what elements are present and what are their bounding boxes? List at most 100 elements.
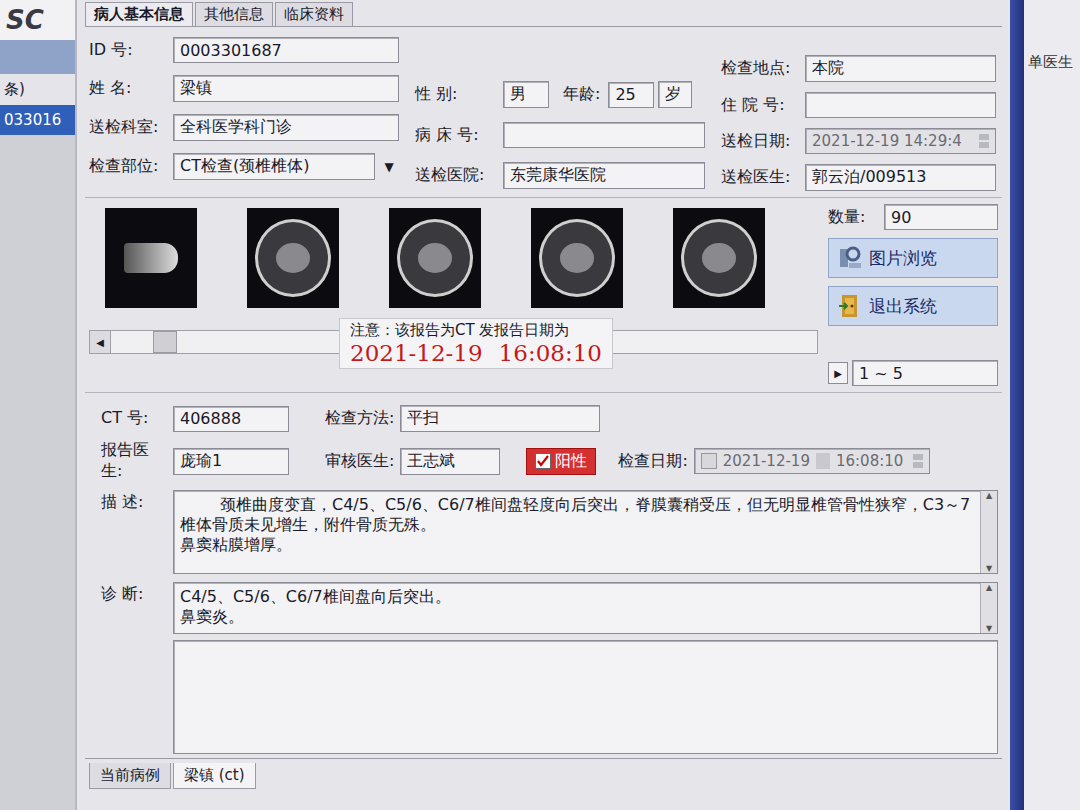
background-window: 单医生 xyxy=(1024,0,1080,810)
text-field[interactable] xyxy=(503,122,705,148)
field-label: 病 床 号: xyxy=(415,125,499,146)
diagnosis-text[interactable]: C4/5、C5/6、C6/7椎间盘向后突出。鼻窦炎。 ▲▼ xyxy=(173,582,998,634)
sex-field[interactable]: 男 xyxy=(503,81,549,108)
image-controls: 数量: 90 图片浏览 退出系统 ▶ 1 ~ 5 xyxy=(828,204,998,386)
scroll-row: ◀ 注意：该报告为CT 发报告日期为 2021-12-1916:08:10 xyxy=(89,324,818,386)
description-row: 描 述: 颈椎曲度变直，C4/5、C5/6、C6/7椎间盘轻度向后突出，脊膜囊稍… xyxy=(89,490,998,574)
left-header xyxy=(0,40,75,74)
side-item[interactable]: 033016 xyxy=(0,105,75,135)
field-column: 检查地点: 本院住 院 号: 送检日期: 2021-12-19 14:29:4 … xyxy=(721,37,996,191)
description-text[interactable]: 颈椎曲度变直，C4/5、C5/6、C6/7椎间盘轻度向后突出，脊膜囊稍受压，但无… xyxy=(173,490,998,574)
text-field[interactable]: 本院 xyxy=(805,55,996,82)
ct-thumbnail[interactable] xyxy=(531,208,623,308)
scanner-icon xyxy=(837,245,863,271)
ct-thumbnail[interactable] xyxy=(389,208,481,308)
field-row: 检查部位: CT检查(颈椎椎体) ▼ xyxy=(89,153,399,180)
side-item[interactable]: 条) xyxy=(0,74,75,105)
field-label: 描 述: xyxy=(89,490,167,574)
report-row: 报告医生: 庞瑜1 审核医生: 王志斌 阳性 检查日期: 2021-12-19 … xyxy=(89,440,998,482)
text-field[interactable]: 郭云泊/009513 xyxy=(805,164,996,191)
scout-shape-icon xyxy=(124,243,178,273)
dropdown-field[interactable]: CT检查(颈椎椎体) xyxy=(173,153,375,180)
date-field[interactable]: 2021-12-19 14:29:4 xyxy=(805,128,996,154)
field-label: 诊 断: xyxy=(89,582,167,754)
text-field[interactable] xyxy=(805,92,996,118)
field-label: 审核医生: xyxy=(295,451,394,472)
field-row: 送检科室: 全科医学科门诊 xyxy=(89,114,399,141)
tab[interactable]: 病人基本信息 xyxy=(85,2,193,26)
exam-date-field[interactable]: 2021-12-19 16:08:10 xyxy=(694,448,931,474)
spin-icon[interactable] xyxy=(979,134,989,148)
thumbnail-area: ◀ 注意：该报告为CT 发报告日期为 2021-12-1916:08:10 xyxy=(89,204,818,386)
field-label: CT 号: xyxy=(89,408,167,429)
scroll-left-icon[interactable]: ◀ xyxy=(90,331,111,353)
case-tab[interactable]: 当前病例 xyxy=(89,763,171,789)
tab[interactable]: 临床资料 xyxy=(275,2,353,26)
spin-icon[interactable] xyxy=(913,454,923,468)
reporter-field[interactable]: 庞瑜1 xyxy=(173,448,289,475)
field-row: 性 别: 男 年龄: 25 岁 xyxy=(415,81,705,108)
count-row: 数量: 90 xyxy=(828,204,998,230)
case-tab[interactable]: 梁镇 (ct) xyxy=(173,763,256,789)
axial-slice-icon xyxy=(255,219,331,297)
page-range: 1 ~ 5 xyxy=(852,360,998,386)
field-label: 住 院 号: xyxy=(721,95,801,116)
field-label: 年龄: xyxy=(553,84,604,105)
text-field[interactable]: 东莞康华医院 xyxy=(503,162,705,189)
notes-box[interactable] xyxy=(173,640,998,754)
field-label: 送检日期: xyxy=(721,131,801,152)
field-label: 检查地点: xyxy=(721,58,801,79)
axial-slice-icon xyxy=(681,219,757,297)
scroll-thumb[interactable] xyxy=(153,331,177,353)
next-page-button[interactable]: ▶ xyxy=(828,362,848,384)
report-row: CT 号: 406888 检查方法: 平扫 xyxy=(89,405,998,432)
age-unit[interactable]: 岁 xyxy=(658,81,692,108)
field-label: 报告医生: xyxy=(89,440,167,482)
tab[interactable]: 其他信息 xyxy=(195,2,273,26)
window-frame xyxy=(1010,0,1024,810)
screen: SC 条)033016 病人基本信息其他信息临床资料 ID 号: 0003301… xyxy=(0,0,1080,810)
field-row: 病 床 号: xyxy=(415,122,705,148)
field-label: 检查方法: xyxy=(295,408,394,429)
text-field[interactable]: 全科医学科门诊 xyxy=(173,114,399,141)
pager: ▶ 1 ~ 5 xyxy=(828,360,998,386)
field-label: 姓 名: xyxy=(89,78,169,99)
text-field[interactable]: 梁镇 xyxy=(173,75,399,102)
field-row: 送检医院: 东莞康华医院 xyxy=(415,162,705,189)
checkbox-icon xyxy=(535,453,551,469)
ct-thumbnail[interactable] xyxy=(105,208,197,308)
dropdown-arrow-icon[interactable]: ▼ xyxy=(379,160,399,174)
field-label: 检查部位: xyxy=(89,156,169,177)
field-label: 性 别: xyxy=(415,84,499,105)
logo: SC xyxy=(0,0,75,40)
field-label: 送检科室: xyxy=(89,117,169,138)
positive-checkbox[interactable]: 阳性 xyxy=(526,448,596,475)
axial-slice-icon xyxy=(397,219,473,297)
field-row: 送检日期: 2021-12-19 14:29:4 xyxy=(721,128,996,154)
browse-button[interactable]: 图片浏览 xyxy=(828,238,998,278)
notice-text: 注意：该报告为CT 发报告日期为 xyxy=(350,321,602,340)
text-field[interactable]: 0003301687 xyxy=(173,37,399,63)
vertical-scrollbar[interactable]: ▲▼ xyxy=(980,491,997,573)
report-panel: CT 号: 406888 检查方法: 平扫 报告医生: 庞瑜1 审核医生: 王志… xyxy=(85,393,1002,758)
age-field[interactable]: 25 xyxy=(608,82,654,108)
method-field[interactable]: 平扫 xyxy=(400,405,600,432)
reviewer-field[interactable]: 王志斌 xyxy=(400,448,500,475)
field-row: 检查地点: 本院 xyxy=(721,55,996,82)
ct-thumbnail[interactable] xyxy=(247,208,339,308)
patient-info: ID 号: 0003301687姓 名: 梁镇送检科室: 全科医学科门诊检查部位… xyxy=(85,27,1002,197)
count-field[interactable]: 90 xyxy=(884,204,998,230)
dropdown-arrow-icon[interactable] xyxy=(816,453,830,469)
notice: 注意：该报告为CT 发报告日期为 2021-12-1916:08:10 xyxy=(339,318,613,369)
field-row: 送检医生: 郭云泊/009513 xyxy=(721,164,996,191)
ct-number-field[interactable]: 406888 xyxy=(173,406,289,432)
field-row: 住 院 号: xyxy=(721,92,996,118)
notice-datetime: 2021-12-1916:08:10 xyxy=(350,340,602,366)
exit-button[interactable]: 退出系统 xyxy=(828,286,998,326)
tab-bar: 病人基本信息其他信息临床资料 xyxy=(85,0,1002,27)
checkbox-icon[interactable] xyxy=(701,453,717,469)
ct-thumbnail[interactable] xyxy=(673,208,765,308)
count-label: 数量: xyxy=(828,207,880,228)
diagnosis-row: 诊 断: C4/5、C5/6、C6/7椎间盘向后突出。鼻窦炎。 ▲▼ xyxy=(89,582,998,754)
vertical-scrollbar[interactable]: ▲▼ xyxy=(980,583,997,633)
